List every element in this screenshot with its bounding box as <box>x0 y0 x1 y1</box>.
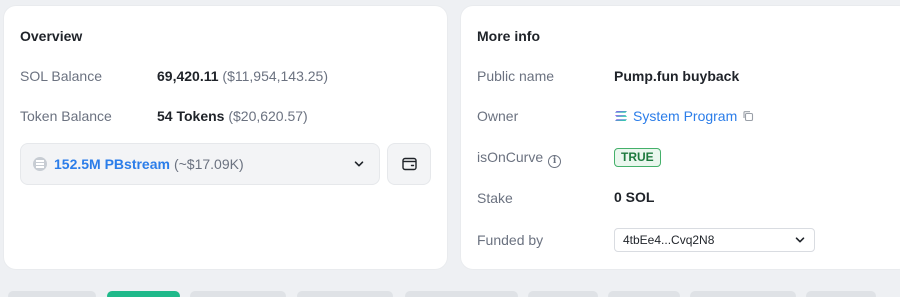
tab-stub[interactable] <box>297 291 393 297</box>
overview-card: Overview SOL Balance 69,420.11 ($11,954,… <box>4 6 447 269</box>
more-info-card: More info Public name Pump.fun buyback O… <box>461 6 900 269</box>
tabs-row <box>0 291 900 297</box>
is-on-curve-badge: TRUE <box>614 148 661 167</box>
copy-icon[interactable] <box>742 110 754 122</box>
sol-balance-value: 69,420.11 ($11,954,143.25) <box>157 68 328 84</box>
wallet-button[interactable] <box>387 143 431 185</box>
owner-link[interactable]: System Program <box>633 108 737 124</box>
token-select-amount: 152.5M PBstream <box>54 156 170 172</box>
more-info-title: More info <box>477 28 540 44</box>
sol-balance-usd: ($11,954,143.25) <box>222 68 329 84</box>
stake-value: 0 SOL <box>614 189 655 205</box>
owner-label: Owner <box>477 108 519 124</box>
tab-stub[interactable] <box>806 291 876 297</box>
overview-title: Overview <box>20 28 83 44</box>
is-on-curve-text: isOnCurve <box>477 149 544 165</box>
tab-stub[interactable] <box>8 291 96 297</box>
token-select-dropdown[interactable]: 152.5M PBstream (~$17.09K) <box>20 143 380 185</box>
tab-stub[interactable] <box>690 291 796 297</box>
info-icon[interactable]: i <box>548 154 562 168</box>
is-on-curve-label: isOnCurve i <box>477 149 562 168</box>
funded-by-value: 4tbEe4...Cvq2N8 <box>623 233 715 247</box>
stake-label: Stake <box>477 190 513 206</box>
solana-logo-icon <box>615 111 627 121</box>
tab-stub[interactable] <box>608 291 680 297</box>
public-name-value: Pump.fun buyback <box>614 68 740 84</box>
chevron-down-icon <box>795 237 805 243</box>
token-select-usd: (~$17.09K) <box>173 156 244 172</box>
owner-value: System Program <box>614 108 754 124</box>
tab-stub[interactable] <box>528 291 598 297</box>
funded-by-label: Funded by <box>477 232 544 248</box>
chevron-down-icon <box>354 161 364 167</box>
tab-stub[interactable] <box>190 291 286 297</box>
sol-balance-label: SOL Balance <box>20 68 102 84</box>
token-balance-usd: ($20,620.57) <box>228 108 308 124</box>
token-balance-label: Token Balance <box>20 108 112 124</box>
token-balance-value: 54 Tokens ($20,620.57) <box>157 108 308 124</box>
funded-by-dropdown[interactable]: 4tbEe4...Cvq2N8 <box>614 228 815 252</box>
public-name-label: Public name <box>477 68 555 84</box>
wallet-icon <box>401 157 417 171</box>
tab-stub-active[interactable] <box>107 291 180 297</box>
token-coin-icon <box>33 157 47 171</box>
token-balance-amount: 54 Tokens <box>157 108 225 124</box>
tab-stub[interactable] <box>405 291 518 297</box>
sol-balance-amount: 69,420.11 <box>157 68 219 84</box>
